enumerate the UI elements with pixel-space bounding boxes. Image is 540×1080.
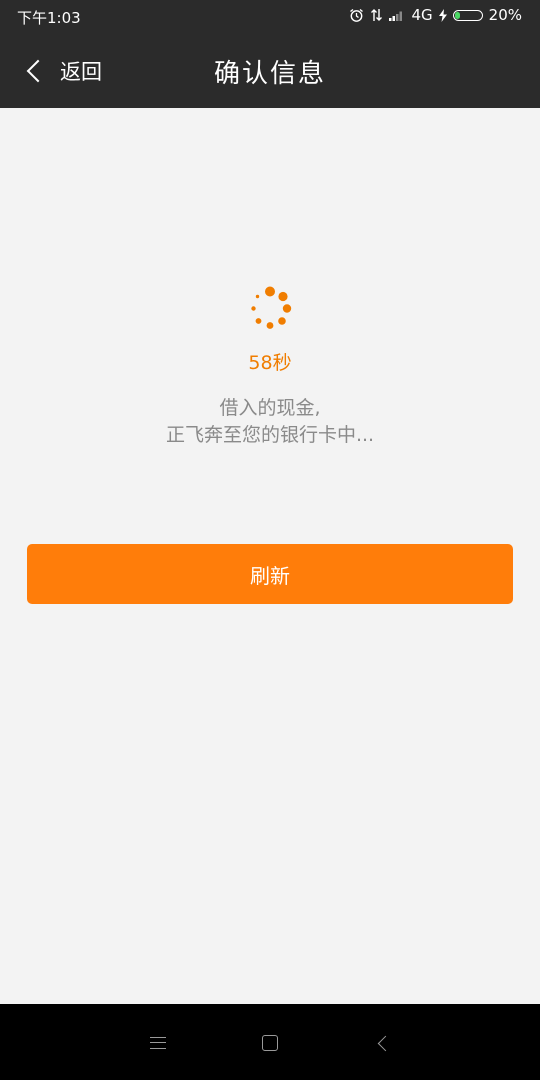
menu-icon: [150, 1037, 166, 1049]
network-type: 4G: [411, 6, 433, 24]
signal-icon: [389, 11, 403, 21]
spinner-dot: [265, 286, 275, 297]
loading-spinner-icon: [251, 286, 292, 329]
spinner-dot: [278, 291, 288, 302]
battery-fill: [454, 11, 461, 19]
spinner-dot: [255, 318, 262, 324]
nav-back-button[interactable]: [368, 1028, 398, 1058]
back-icon: [377, 1035, 393, 1051]
battery-icon: [452, 9, 483, 21]
system-nav-bar: [0, 1004, 540, 1080]
status-icons: 4G 20%: [349, 6, 522, 24]
countdown-timer: 58秒: [248, 352, 292, 374]
status-message: 借入的现金, 正飞奔至您的银行卡中...: [0, 395, 540, 449]
spinner-dot: [282, 304, 292, 313]
status-message-line2: 正飞奔至您的银行卡中...: [165, 424, 375, 446]
nav-menu-button[interactable]: [143, 1028, 173, 1058]
title-bar: 返回 确认信息: [0, 33, 540, 108]
status-message-line1: 借入的现金,: [219, 397, 321, 419]
battery-percent: 20%: [488, 6, 522, 24]
charging-icon: [438, 8, 447, 22]
spinner-dot: [266, 322, 274, 329]
nav-home-button[interactable]: [255, 1028, 285, 1058]
data-transfer-icon: [371, 9, 383, 21]
refresh-button[interactable]: 刷新: [27, 544, 513, 604]
page-title: 确认信息: [213, 59, 326, 89]
spinner-dot: [278, 317, 286, 325]
status-bar: 下午1:03 4G 20%: [0, 0, 540, 33]
spinner-dot: [251, 306, 256, 311]
alarm-icon: [350, 8, 364, 22]
home-icon: [262, 1035, 278, 1051]
status-time: 下午1:03: [17, 9, 81, 27]
spinner-dot: [255, 294, 260, 299]
screen: 下午1:03 4G 20% 返回 确认信息 58秒 借入的现金, 正飞奔至您的银…: [0, 0, 540, 1080]
